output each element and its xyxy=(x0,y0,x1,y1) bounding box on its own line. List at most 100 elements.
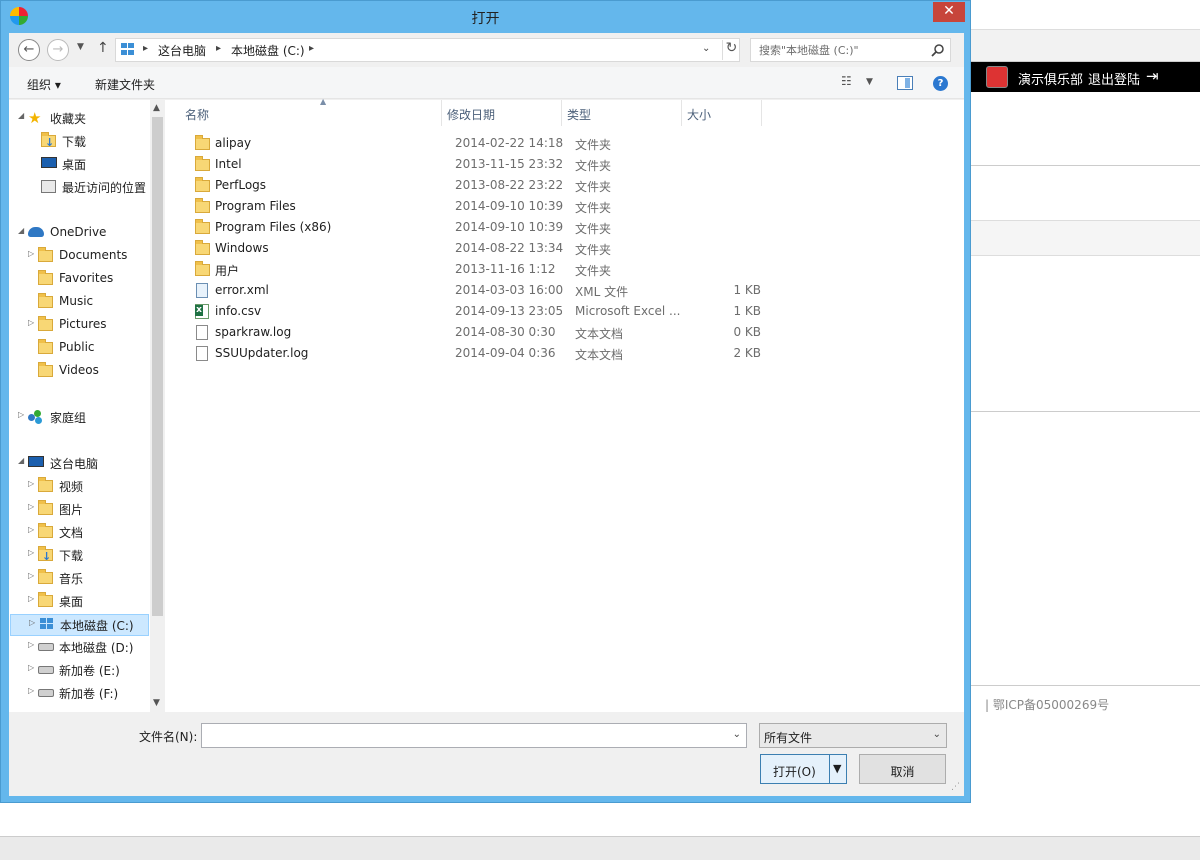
view-dropdown-icon[interactable]: ▼ xyxy=(866,77,873,87)
nav-thispc[interactable]: ◢ 这台电脑 xyxy=(18,453,148,475)
nav-scrollbar[interactable]: ▲ ▼ xyxy=(150,100,165,712)
nav-item-music[interactable]: Music xyxy=(28,292,149,314)
nav-item-public[interactable]: Public xyxy=(28,338,149,360)
navigation-pane[interactable]: ◢ ★ 收藏夹 ↓ 下载 桌面 最近访问的位置 ◢ OneDrive ▷ Doc… xyxy=(9,100,165,712)
search-box[interactable] xyxy=(750,38,951,62)
nav-item-drive-c[interactable]: ▷ 本地磁盘 (C:) xyxy=(10,614,149,636)
expand-icon[interactable]: ▷ xyxy=(28,640,34,649)
breadcrumb-separator-icon[interactable]: ▸ xyxy=(143,43,148,54)
help-icon[interactable]: ? xyxy=(933,76,948,91)
collapse-icon[interactable]: ◢ xyxy=(18,456,24,465)
collapse-icon[interactable]: ◢ xyxy=(18,226,24,235)
file-row[interactable]: Program Files (x86) 2014-09-10 10:39 文件夹 xyxy=(185,217,765,238)
scroll-up-icon[interactable]: ▲ xyxy=(153,103,160,113)
column-header-type[interactable]: 类型 xyxy=(561,100,681,126)
expand-icon[interactable]: ▷ xyxy=(28,479,34,488)
nav-item-thispc-desktop[interactable]: ▷ 桌面 xyxy=(28,591,149,613)
search-icon[interactable] xyxy=(931,43,945,57)
open-button[interactable]: 打开(O) ▼ xyxy=(760,754,847,784)
expand-icon[interactable]: ▷ xyxy=(18,410,24,419)
homegroup-icon xyxy=(28,409,44,424)
back-button[interactable]: ← xyxy=(18,39,40,61)
nav-item-desktop[interactable]: 桌面 xyxy=(31,154,149,176)
address-history-dropdown-icon[interactable]: ⌄ xyxy=(702,43,710,54)
file-row[interactable]: error.xml 2014-03-03 16:00 XML 文件 1 KB xyxy=(185,280,765,301)
search-input[interactable] xyxy=(759,42,924,58)
organize-menu[interactable]: 组织 ▾ xyxy=(27,76,61,93)
filename-input[interactable] xyxy=(206,727,726,745)
resize-grip-icon[interactable]: ⋰ xyxy=(951,782,960,792)
nav-item-thispc-documents[interactable]: ▷ 文档 xyxy=(28,522,149,544)
new-folder-button[interactable]: 新建文件夹 xyxy=(95,76,155,93)
nav-item-drive-d[interactable]: ▷ 本地磁盘 (D:) xyxy=(28,637,149,659)
nav-label: Favorites xyxy=(59,271,114,285)
column-header-date[interactable]: 修改日期 xyxy=(441,100,561,126)
column-header-name[interactable]: ▲ 名称 xyxy=(179,97,441,126)
nav-item-thispc-music[interactable]: ▷ 音乐 xyxy=(28,568,149,590)
expand-icon[interactable]: ▷ xyxy=(28,318,34,327)
nav-item-thispc-pictures[interactable]: ▷ 图片 xyxy=(28,499,149,521)
nav-item-documents[interactable]: ▷ Documents xyxy=(28,246,149,268)
file-row[interactable]: alipay 2014-02-22 14:18 文件夹 xyxy=(185,133,765,154)
nav-item-favorites-folder[interactable]: Favorites xyxy=(28,269,149,291)
expand-icon[interactable]: ▷ xyxy=(28,249,34,258)
file-row[interactable]: 用户 2013-11-16 1:12 文件夹 xyxy=(185,259,765,280)
file-row[interactable]: Windows 2014-08-22 13:34 文件夹 xyxy=(185,238,765,259)
nav-favorites[interactable]: ◢ ★ 收藏夹 xyxy=(18,108,148,130)
column-header-size[interactable]: 大小 xyxy=(681,100,761,126)
file-row[interactable]: info.csv 2014-09-13 23:05 Microsoft Exce… xyxy=(185,301,765,322)
pictures-folder-icon xyxy=(38,500,53,515)
exit-icon[interactable]: ⇥ xyxy=(1146,67,1159,85)
filetype-select[interactable]: 所有文件 ⌄ xyxy=(759,723,947,748)
file-row[interactable]: sparkraw.log 2014-08-30 0:30 文本文档 0 KB xyxy=(185,322,765,343)
cancel-button[interactable]: 取消 xyxy=(859,754,946,784)
nav-homegroup[interactable]: ▷ 家庭组 xyxy=(18,407,148,429)
nav-item-videos[interactable]: Videos xyxy=(28,361,149,383)
file-row[interactable]: PerfLogs 2013-08-22 23:22 文件夹 xyxy=(185,175,765,196)
file-row[interactable]: SSUUpdater.log 2014-09-04 0:36 文本文档 2 KB xyxy=(185,343,765,364)
nav-label: Pictures xyxy=(59,317,107,331)
scrollbar-thumb[interactable] xyxy=(152,117,163,616)
nav-item-pictures[interactable]: ▷ Pictures xyxy=(28,315,149,337)
nav-item-recent-places[interactable]: 最近访问的位置 xyxy=(31,177,149,199)
scroll-down-icon[interactable]: ▼ xyxy=(153,698,160,708)
club-link[interactable]: 演示俱乐部 xyxy=(1018,69,1083,88)
refresh-button[interactable]: ↻ xyxy=(722,40,740,60)
expand-icon[interactable]: ▷ xyxy=(29,618,35,627)
open-options-dropdown-icon[interactable]: ▼ xyxy=(833,762,841,775)
breadcrumb-separator-icon[interactable]: ▸ xyxy=(216,43,221,54)
expand-icon[interactable]: ▷ xyxy=(28,594,34,603)
expand-icon[interactable]: ▷ xyxy=(28,686,34,695)
nav-item-thispc-videos[interactable]: ▷ 视频 xyxy=(28,476,149,498)
expand-icon[interactable]: ▷ xyxy=(28,571,34,580)
preview-pane-icon[interactable] xyxy=(897,76,913,90)
breadcrumb-thispc[interactable]: 这台电脑 xyxy=(158,42,206,59)
nav-item-drive-e[interactable]: ▷ 新加卷 (E:) xyxy=(28,660,149,682)
forward-button[interactable]: → xyxy=(47,39,69,61)
logout-link[interactable]: 退出登陆 xyxy=(1088,69,1140,88)
breadcrumb-drive-c[interactable]: 本地磁盘 (C:) xyxy=(231,42,305,59)
filename-combobox[interactable]: ⌄ xyxy=(201,723,747,748)
up-button[interactable]: ↑ xyxy=(97,40,109,56)
recent-locations-dropdown[interactable]: ▼ xyxy=(77,42,84,52)
nav-onedrive[interactable]: ◢ OneDrive xyxy=(18,223,148,245)
file-list[interactable]: ▲ 名称 修改日期 类型 大小 alipay 2014-02-22 14:18 … xyxy=(165,97,964,712)
nav-item-downloads[interactable]: ↓ 下载 xyxy=(31,131,149,153)
view-options-icon[interactable]: ☷ xyxy=(841,74,852,88)
address-bar[interactable]: ▸ 这台电脑 ▸ 本地磁盘 (C:) ▸ ⌄ ↻ xyxy=(115,38,740,62)
collapse-icon[interactable]: ◢ xyxy=(18,111,24,120)
title-bar[interactable]: 打开 ✕ xyxy=(1,1,970,33)
column-divider[interactable] xyxy=(761,100,762,126)
expand-icon[interactable]: ▷ xyxy=(28,663,34,672)
expand-icon[interactable]: ▷ xyxy=(28,502,34,511)
file-row[interactable]: Intel 2013-11-15 23:32 文件夹 xyxy=(185,154,765,175)
nav-item-drive-f[interactable]: ▷ 新加卷 (F:) xyxy=(28,683,149,705)
text-file-icon xyxy=(196,325,208,340)
expand-icon[interactable]: ▷ xyxy=(28,548,34,557)
file-row[interactable]: Program Files 2014-09-10 10:39 文件夹 xyxy=(185,196,765,217)
breadcrumb-separator-icon[interactable]: ▸ xyxy=(309,43,314,54)
chevron-down-icon[interactable]: ⌄ xyxy=(733,729,741,740)
close-button[interactable]: ✕ xyxy=(933,2,965,22)
expand-icon[interactable]: ▷ xyxy=(28,525,34,534)
nav-item-thispc-downloads[interactable]: ▷ ↓ 下载 xyxy=(28,545,149,567)
